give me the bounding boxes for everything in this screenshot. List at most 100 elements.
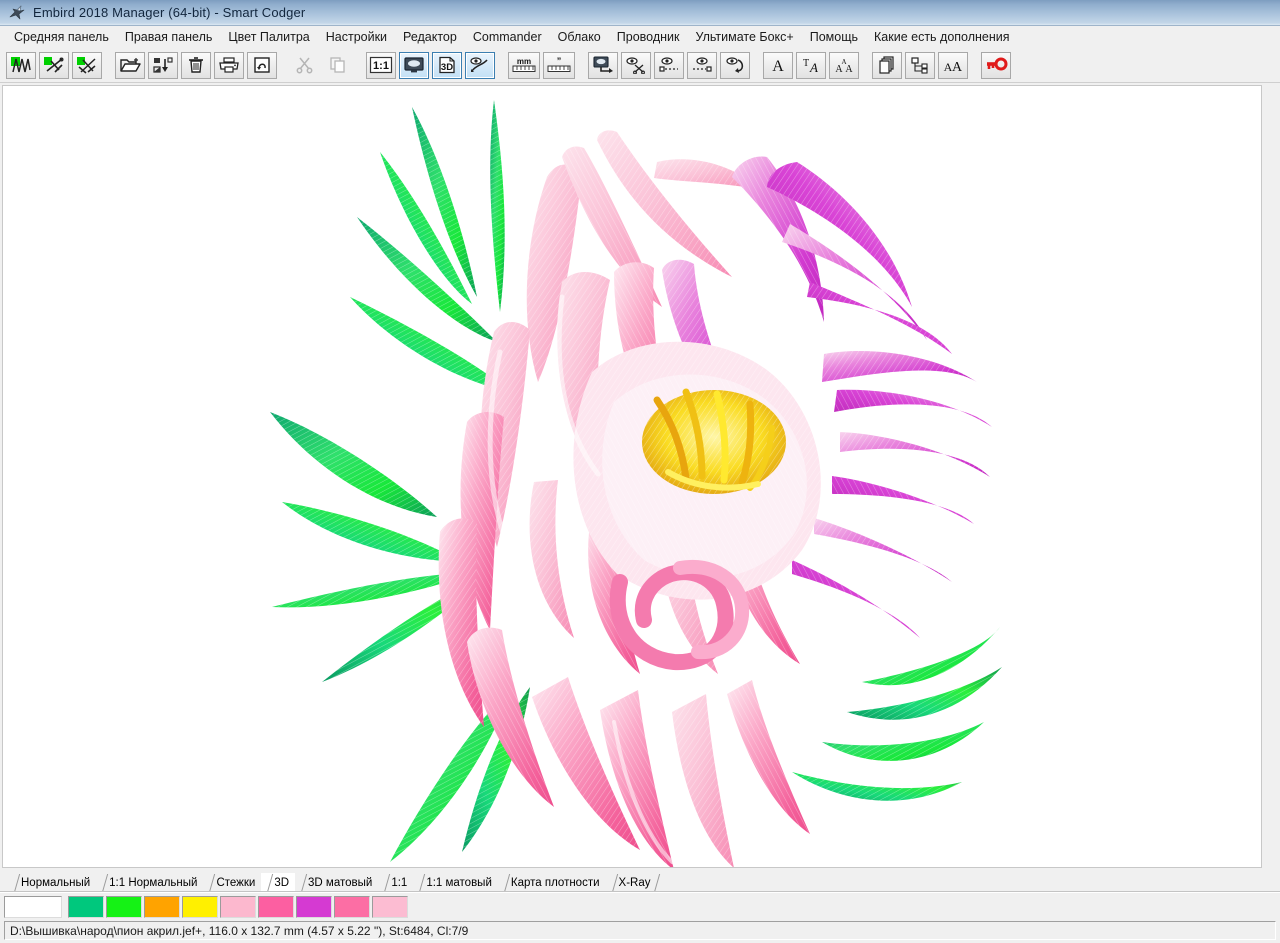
millimeter-ruler-button[interactable]: mm xyxy=(508,51,540,79)
tab-1-1-normal[interactable]: 1:1 Нормальный xyxy=(96,873,204,892)
tab-1-1[interactable]: 1:1 xyxy=(378,873,414,892)
tab-slash-left-icon xyxy=(100,873,107,892)
eye-loop-icon xyxy=(724,56,746,74)
eye-slider-left-icon xyxy=(658,56,680,74)
menu-right-panel[interactable]: Правая панель xyxy=(117,28,221,46)
print-preview-button[interactable] xyxy=(247,51,277,79)
inch-ruler-icon: ” xyxy=(546,56,572,74)
swatch-orange[interactable] xyxy=(144,895,180,918)
send-to-machine-button[interactable] xyxy=(588,51,618,79)
copy-pages-icon xyxy=(328,56,348,74)
green-needle-cross-icon xyxy=(43,56,65,74)
tab-normal[interactable]: Нормальный xyxy=(8,873,97,892)
menu-editor[interactable]: Редактор xyxy=(395,28,465,46)
red-key-icon xyxy=(984,56,1008,74)
three-d-view-button[interactable]: 3D xyxy=(432,51,462,79)
svg-text:T: T xyxy=(803,58,809,69)
open-file-button[interactable] xyxy=(115,51,145,79)
cut-button[interactable] xyxy=(290,52,320,79)
page-preview-icon xyxy=(251,56,273,74)
swatch-pink[interactable] xyxy=(334,895,370,918)
trash-icon xyxy=(185,56,207,74)
license-key-button[interactable] xyxy=(981,51,1011,79)
zoom-one-to-one-button[interactable]: 1:1 xyxy=(366,51,396,79)
monitor-icon xyxy=(403,56,425,74)
menu-commander[interactable]: Commander xyxy=(465,28,550,46)
duplicate-button[interactable] xyxy=(872,51,902,79)
svg-text:A: A xyxy=(809,60,818,74)
swatch-hot-pink[interactable] xyxy=(258,895,294,918)
edit-text-button[interactable]: T A xyxy=(796,51,826,79)
menu-settings[interactable]: Настройки xyxy=(318,28,395,46)
bird-icon xyxy=(8,4,26,22)
tab-slash-left-icon xyxy=(12,873,19,892)
swatch-magenta[interactable] xyxy=(296,895,332,918)
lettering-button[interactable]: A xyxy=(763,51,793,79)
swatch-white[interactable] xyxy=(4,895,62,918)
show-from-start-button[interactable] xyxy=(654,51,684,79)
svg-text:1:1: 1:1 xyxy=(373,60,389,72)
swatch-pale-pink[interactable] xyxy=(372,895,408,918)
1-to-1-icon: 1:1 xyxy=(369,56,393,74)
tab-slash-left-icon xyxy=(382,873,389,892)
print-button[interactable] xyxy=(214,51,244,79)
font-engine-button[interactable]: A A A xyxy=(829,51,859,79)
hierarchy-button[interactable] xyxy=(905,51,935,79)
cut-visibility-button[interactable] xyxy=(621,51,651,79)
menu-cloud[interactable]: Облако xyxy=(550,28,609,46)
status-text: D:\Вышивка\народ\пион акрил.jef+, 116.0 … xyxy=(4,921,1276,940)
inch-ruler-button[interactable]: ” xyxy=(543,51,575,79)
title-bar: Embird 2018 Manager (64-bit) - Smart Cod… xyxy=(0,0,1280,26)
tab-density-map[interactable]: Карта плотности xyxy=(497,873,606,892)
needle-view-button[interactable] xyxy=(465,51,495,79)
tab-slash-left-icon xyxy=(265,873,272,892)
svg-text:”: ” xyxy=(557,56,562,66)
hide-trims-button[interactable] xyxy=(72,51,102,79)
window-title: Embird 2018 Manager (64-bit) - Smart Cod… xyxy=(33,5,306,20)
tab-slash-left-icon xyxy=(207,873,214,892)
menu-explorer[interactable]: Проводник xyxy=(609,28,688,46)
realistic-view-button[interactable] xyxy=(399,51,429,79)
design-canvas[interactable] xyxy=(2,85,1262,868)
copy-button[interactable] xyxy=(323,52,353,79)
letter-a-icon: A xyxy=(767,56,789,74)
svg-text:mm: mm xyxy=(517,57,531,66)
tab-slash-left-icon xyxy=(417,873,424,892)
tab-stitches[interactable]: Стежки xyxy=(203,873,262,892)
mm-ruler-icon: mm xyxy=(511,56,537,74)
stacked-pages-icon xyxy=(876,56,898,74)
menu-ultimate-box-plus[interactable]: Ультимате Бокс+ xyxy=(687,28,801,46)
swatch-light-pink[interactable] xyxy=(220,895,256,918)
swatch-bright-green[interactable] xyxy=(106,895,142,918)
refresh-view-button[interactable] xyxy=(720,51,750,79)
tab-3d[interactable]: 3D xyxy=(261,873,296,892)
eye-slider-right-icon xyxy=(691,56,713,74)
hide-jumps-button[interactable] xyxy=(39,51,69,79)
save-arrow-icon xyxy=(152,56,174,74)
save-as-button[interactable] xyxy=(148,51,178,79)
monitor-arrow-icon xyxy=(592,56,614,74)
tab-3d-matte[interactable]: 3D матовый xyxy=(295,873,379,892)
menu-color-palette[interactable]: Цвет Палитра xyxy=(220,28,317,46)
leaf-group-right xyxy=(792,626,1002,801)
svg-text:A: A xyxy=(952,60,963,74)
menu-help[interactable]: Помощь xyxy=(802,28,866,46)
delete-button[interactable] xyxy=(181,51,211,79)
green-zigzag-icon xyxy=(10,56,32,74)
tab-1-1-matte[interactable]: 1:1 матовый xyxy=(413,873,498,892)
svg-text:3D: 3D xyxy=(441,62,453,73)
show-stitches-button[interactable] xyxy=(6,51,36,79)
tab-x-ray[interactable]: X-Ray xyxy=(605,873,664,892)
compare-fonts-button[interactable]: A A xyxy=(938,51,968,79)
tab-slash-left-icon xyxy=(610,873,617,892)
show-to-end-button[interactable] xyxy=(687,51,717,79)
eye-needle-icon xyxy=(469,56,491,74)
flower-center-stamen xyxy=(642,388,786,494)
menu-middle-panel[interactable]: Средняя панель xyxy=(6,28,117,46)
menu-addons[interactable]: Какие есть дополнения xyxy=(866,28,1018,46)
main-toolbar: 1:1 3D mm ” A T A A A A A A xyxy=(0,48,1280,83)
aa-icon: A A xyxy=(942,56,964,74)
swatch-emerald-green[interactable] xyxy=(68,895,104,918)
text-edit-icon: T A xyxy=(800,56,822,74)
swatch-yellow[interactable] xyxy=(182,895,218,918)
